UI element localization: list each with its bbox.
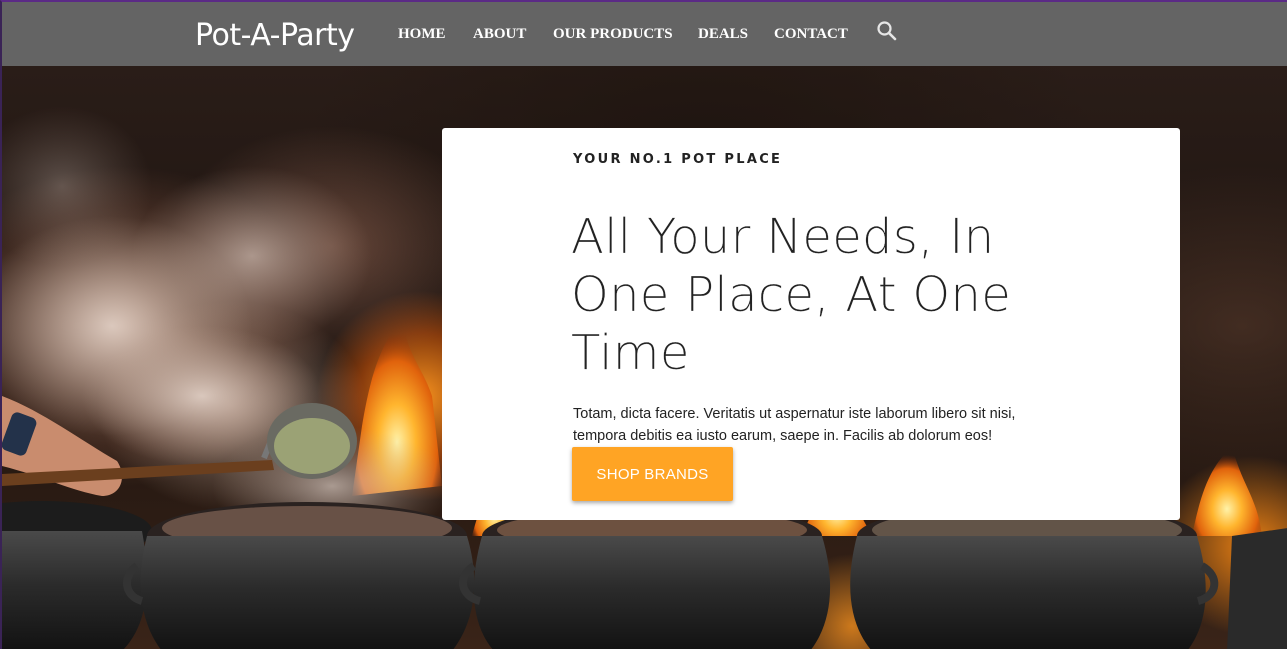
hero-eyebrow: YOUR NO.1 POT PLACE (573, 152, 783, 167)
top-navigation-bar: Pot-A-Party HOME ABOUT OUR PRODUCTS DEAL… (2, 2, 1287, 66)
brand-logo[interactable]: Pot-A-Party (195, 16, 355, 56)
nav-deals-link[interactable]: DEALS (698, 24, 748, 44)
page: Pot-A-Party HOME ABOUT OUR PRODUCTS DEAL… (0, 0, 1287, 649)
nav-our-products-link[interactable]: OUR PRODUCTS (553, 24, 673, 44)
hero-headline: All Your Needs, In One Place, At One Tim… (571, 209, 1012, 381)
search-icon[interactable] (876, 20, 898, 42)
nav-about-link[interactable]: ABOUT (473, 24, 526, 44)
hero-card: YOUR NO.1 POT PLACE All Your Needs, In O… (442, 128, 1180, 520)
hero-description: Totam, dicta facere. Veritatis ut aspern… (573, 406, 1016, 444)
shop-brands-button[interactable]: SHOP BRANDS (572, 447, 733, 501)
nav-contact-link[interactable]: CONTACT (774, 24, 848, 44)
nav-home-link[interactable]: HOME (398, 24, 446, 44)
